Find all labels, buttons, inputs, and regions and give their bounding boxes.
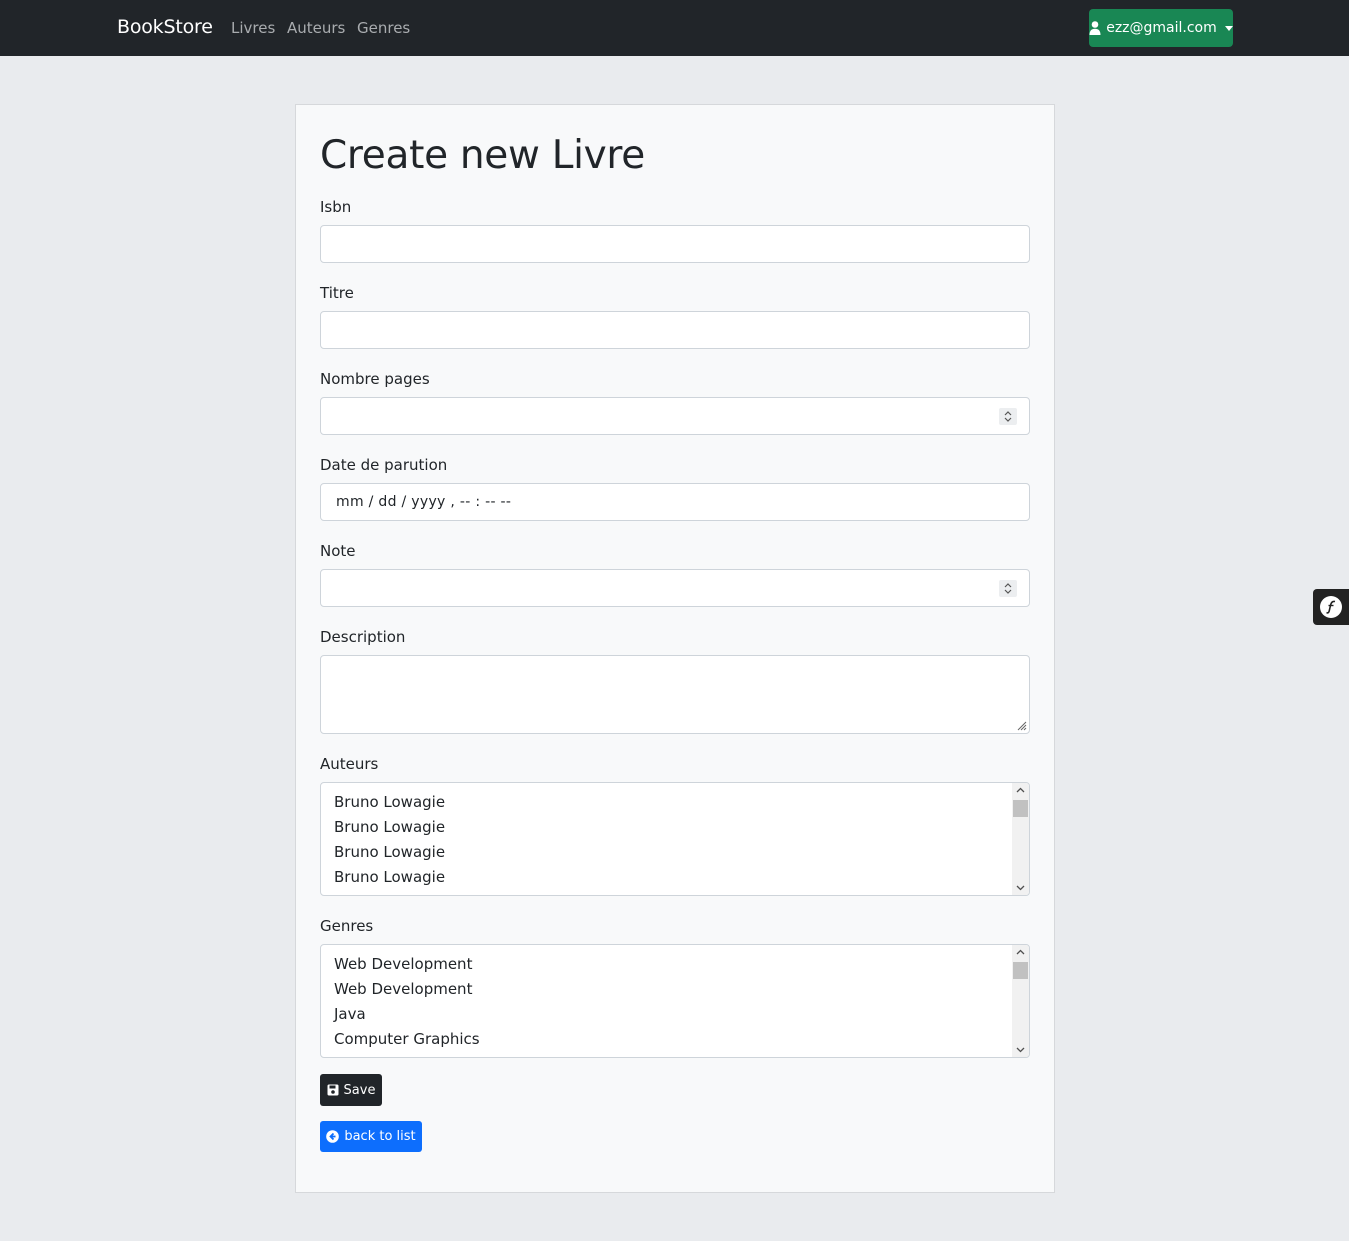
user-icon [1089, 21, 1101, 35]
auteur-option[interactable]: Bruno Lowagie [334, 793, 445, 811]
genres-select[interactable]: Web Development Web Development Java Com… [320, 944, 1030, 1058]
isbn-input[interactable] [320, 225, 1030, 263]
description-label: Description [320, 628, 406, 646]
auteur-option[interactable]: Bruno Lowagie [334, 868, 445, 886]
resize-handle-icon[interactable] [1015, 719, 1027, 731]
navbar: BookStore Livres Auteurs Genres ezz@gmai… [0, 0, 1349, 56]
scroll-thumb[interactable] [1013, 962, 1028, 979]
user-dropdown-button[interactable]: ezz@gmail.com [1089, 9, 1233, 47]
scroll-up-icon[interactable] [1016, 787, 1025, 793]
floppy-disk-icon [327, 1084, 339, 1096]
titre-label: Titre [320, 284, 354, 302]
auteurs-select[interactable]: Bruno Lowagie Bruno Lowagie Bruno Lowagi… [320, 782, 1030, 896]
date-placeholder: mm / dd / yyyy , -- : -- -- [336, 494, 512, 510]
description-textarea[interactable] [320, 655, 1030, 734]
genres-scrollbar[interactable] [1012, 945, 1029, 1057]
pages-spinner[interactable] [999, 408, 1017, 425]
date-parution-input[interactable]: mm / dd / yyyy , -- : -- -- [320, 483, 1030, 521]
form-card: Create new Livre Isbn Titre Nombre pages… [295, 104, 1055, 1193]
back-to-list-button[interactable]: back to list [320, 1121, 422, 1152]
genre-option[interactable]: Web Development [334, 955, 472, 973]
genre-option[interactable]: Java [334, 1005, 366, 1023]
auteur-option[interactable]: Bruno Lowagie [334, 843, 445, 861]
back-label: back to list [344, 1129, 416, 1144]
caret-down-icon [1224, 25, 1233, 31]
scroll-down-icon[interactable] [1016, 885, 1025, 891]
nav-link-auteurs[interactable]: Auteurs [287, 19, 345, 37]
spinner-arrows-icon [1004, 411, 1012, 422]
nombre-pages-label: Nombre pages [320, 370, 430, 388]
note-spinner[interactable] [999, 580, 1017, 597]
titre-input[interactable] [320, 311, 1030, 349]
genre-option[interactable]: Web Development [334, 980, 472, 998]
isbn-label: Isbn [320, 198, 352, 216]
auteur-option[interactable]: Bruno Lowagie [334, 818, 445, 836]
debug-toolbar-toggle[interactable] [1313, 589, 1349, 625]
scroll-up-icon[interactable] [1016, 949, 1025, 955]
nav-link-genres[interactable]: Genres [357, 19, 410, 37]
arrow-circle-left-icon [326, 1130, 340, 1143]
nav-link-livres[interactable]: Livres [231, 19, 275, 37]
nombre-pages-input[interactable] [320, 397, 1030, 435]
user-email: ezz@gmail.com [1106, 20, 1217, 36]
genre-option[interactable]: Computer Graphics [334, 1030, 480, 1048]
spinner-arrows-icon [1004, 583, 1012, 594]
auteurs-scrollbar[interactable] [1012, 783, 1029, 895]
note-label: Note [320, 542, 356, 560]
save-label: Save [343, 1082, 376, 1098]
symfony-logo-icon [1320, 596, 1342, 618]
scroll-down-icon[interactable] [1016, 1047, 1025, 1053]
scroll-thumb[interactable] [1013, 800, 1028, 817]
auteurs-label: Auteurs [320, 755, 379, 773]
save-button[interactable]: Save [320, 1074, 382, 1106]
note-input[interactable] [320, 569, 1030, 607]
brand-link[interactable]: BookStore [117, 16, 213, 38]
page-title: Create new Livre [320, 133, 646, 178]
date-parution-label: Date de parution [320, 456, 448, 474]
genres-label: Genres [320, 917, 374, 935]
